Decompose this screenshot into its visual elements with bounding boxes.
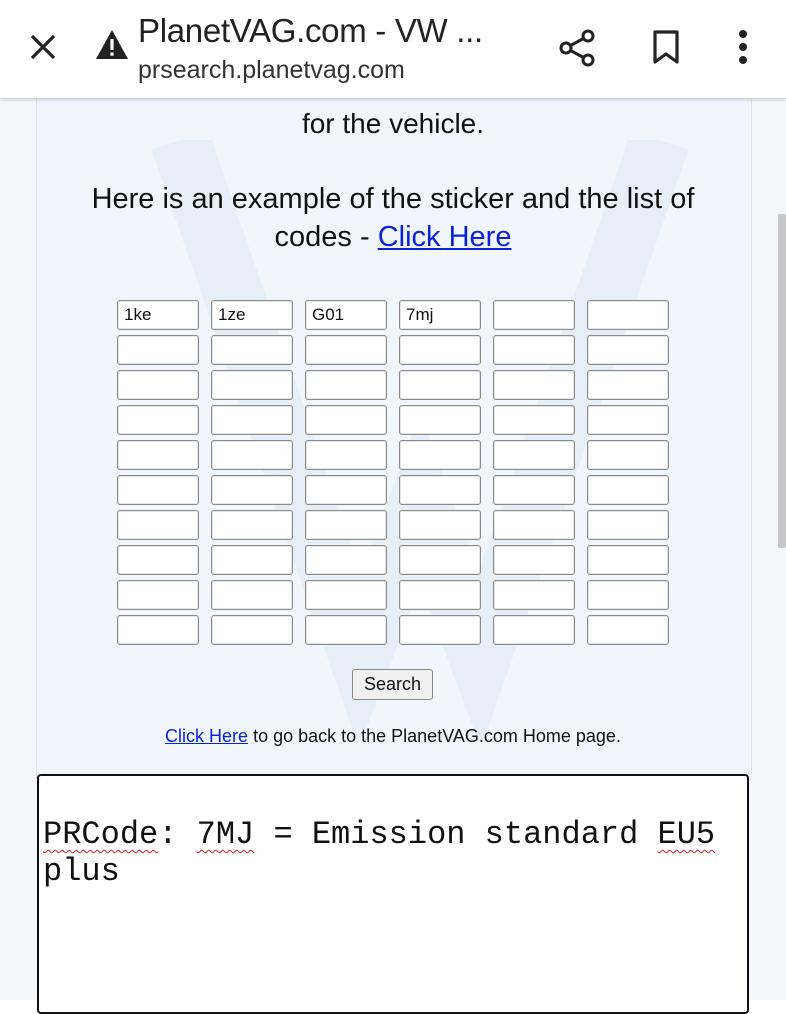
code-input[interactable] <box>587 405 669 435</box>
code-input[interactable] <box>305 580 387 610</box>
result-sep2: = Emission standard <box>254 816 658 853</box>
code-input[interactable] <box>117 370 199 400</box>
share-icon[interactable] <box>556 26 600 70</box>
result-code: 7MJ <box>196 816 255 853</box>
code-input[interactable] <box>587 335 669 365</box>
page-title: PlanetVAG.com - VW ... <box>138 12 483 49</box>
code-input[interactable] <box>493 300 575 330</box>
url-text[interactable]: prsearch.planetvag.com <box>138 56 405 85</box>
code-input[interactable] <box>117 615 199 645</box>
code-input[interactable] <box>305 510 387 540</box>
code-input[interactable] <box>587 370 669 400</box>
scrollbar[interactable] <box>778 214 786 548</box>
code-input[interactable] <box>493 580 575 610</box>
code-input[interactable] <box>399 510 481 540</box>
code-input[interactable] <box>117 405 199 435</box>
code-input[interactable] <box>117 580 199 610</box>
code-input[interactable] <box>587 440 669 470</box>
code-input[interactable] <box>587 510 669 540</box>
code-input[interactable]: 1ze <box>211 300 293 330</box>
bookmark-icon[interactable] <box>648 26 684 70</box>
code-input[interactable]: G01 <box>305 300 387 330</box>
code-input-grid: 1ke 1ze G01 7mj <box>117 300 669 645</box>
intro-text: for the vehicle. <box>301 108 485 139</box>
code-input[interactable]: 7mj <box>399 300 481 330</box>
more-options-icon[interactable] <box>728 26 758 70</box>
code-input[interactable] <box>305 335 387 365</box>
code-input[interactable] <box>117 545 199 575</box>
code-input[interactable] <box>211 615 293 645</box>
result-box[interactable]: PRCode: 7MJ = Emission standard EU5 plus <box>37 774 749 1014</box>
code-input[interactable] <box>493 335 575 365</box>
code-input[interactable] <box>493 615 575 645</box>
code-input[interactable] <box>587 615 669 645</box>
code-input[interactable] <box>211 545 293 575</box>
code-input[interactable] <box>493 370 575 400</box>
code-input[interactable] <box>211 370 293 400</box>
code-input[interactable] <box>399 440 481 470</box>
back-home-text: Click Here to go back to the PlanetVAG.c… <box>0 726 786 747</box>
code-input[interactable] <box>305 440 387 470</box>
code-input[interactable] <box>399 545 481 575</box>
code-input[interactable] <box>399 370 481 400</box>
code-input[interactable] <box>493 510 575 540</box>
code-input[interactable] <box>399 405 481 435</box>
search-button[interactable]: Search <box>352 669 433 700</box>
code-input[interactable] <box>587 545 669 575</box>
code-input[interactable] <box>493 440 575 470</box>
example-link[interactable]: Click Here <box>378 221 512 253</box>
code-input[interactable] <box>399 615 481 645</box>
code-input[interactable] <box>587 475 669 505</box>
code-input[interactable] <box>587 300 669 330</box>
code-input[interactable] <box>117 510 199 540</box>
code-input[interactable] <box>117 475 199 505</box>
result-tail: plus <box>43 853 120 890</box>
code-input[interactable] <box>399 335 481 365</box>
code-input[interactable] <box>211 335 293 365</box>
back-home-label: to go back to the PlanetVAG.com Home pag… <box>248 726 621 746</box>
code-input[interactable] <box>211 510 293 540</box>
code-input[interactable] <box>399 475 481 505</box>
code-input[interactable] <box>117 335 199 365</box>
code-input[interactable] <box>211 440 293 470</box>
code-input[interactable] <box>493 475 575 505</box>
code-input[interactable] <box>305 615 387 645</box>
code-input[interactable] <box>117 440 199 470</box>
code-input[interactable] <box>305 370 387 400</box>
code-input[interactable] <box>305 405 387 435</box>
code-input[interactable] <box>211 405 293 435</box>
code-input[interactable] <box>211 580 293 610</box>
example-text: Here is an example of the sticker and th… <box>60 180 726 256</box>
warning-icon[interactable] <box>94 28 130 62</box>
result-sep1: : <box>158 816 197 853</box>
back-home-link[interactable]: Click Here <box>165 726 248 746</box>
code-input[interactable] <box>493 545 575 575</box>
code-input[interactable]: 1ke <box>117 300 199 330</box>
code-input[interactable] <box>305 475 387 505</box>
code-input[interactable] <box>587 580 669 610</box>
code-input[interactable] <box>399 580 481 610</box>
result-label: PRCode <box>43 816 159 853</box>
result-standard: EU5 <box>657 816 716 853</box>
close-icon[interactable] <box>22 26 64 68</box>
code-input[interactable] <box>305 545 387 575</box>
code-input[interactable] <box>211 475 293 505</box>
browser-toolbar: PlanetVAG.com - VW ... prsearch.planetva… <box>0 0 786 99</box>
code-input[interactable] <box>493 405 575 435</box>
